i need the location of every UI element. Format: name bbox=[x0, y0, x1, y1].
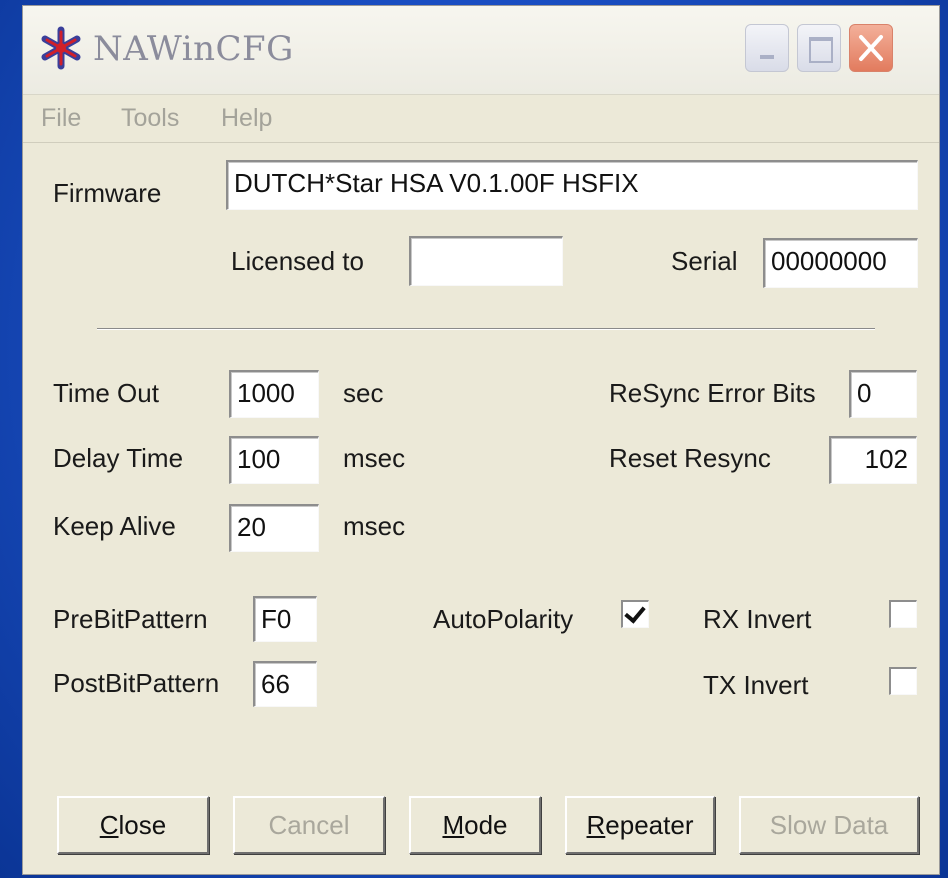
delay-time-field[interactable]: 100 bbox=[229, 436, 319, 484]
auto-polarity-label: AutoPolarity bbox=[433, 604, 574, 634]
repeater-label-rest: epeater bbox=[605, 810, 694, 840]
close-button[interactable]: Close bbox=[57, 796, 209, 854]
menu-file[interactable]: File bbox=[41, 104, 81, 133]
slow-data-button[interactable]: Slow Data bbox=[739, 796, 919, 854]
keep-alive-unit: msec bbox=[343, 511, 406, 541]
reset-resync-field[interactable]: 102 bbox=[829, 436, 917, 484]
close-label-rest: lose bbox=[118, 810, 167, 840]
minimize-button[interactable] bbox=[745, 24, 789, 72]
close-icon bbox=[859, 35, 883, 61]
licensed-to-label: Licensed to bbox=[231, 246, 364, 276]
title-bar[interactable]: NAWinCFG bbox=[23, 6, 939, 95]
close-window-button[interactable] bbox=[849, 24, 893, 72]
serial-field[interactable]: 00000000 bbox=[763, 238, 918, 288]
nawincfg-window: NAWinCFG File Tools Help Firmware DUTCH*… bbox=[22, 5, 940, 875]
rx-invert-checkbox[interactable] bbox=[889, 600, 917, 628]
firmware-label: Firmware bbox=[53, 178, 162, 208]
pre-bit-pattern-label: PreBitPattern bbox=[53, 604, 208, 634]
time-out-label: Time Out bbox=[53, 378, 159, 408]
licensed-to-field[interactable] bbox=[409, 236, 563, 286]
pre-bit-pattern-field[interactable]: F0 bbox=[253, 596, 317, 642]
repeater-mnemonic: R bbox=[586, 810, 606, 840]
keep-alive-field[interactable]: 20 bbox=[229, 504, 319, 552]
asterisk-star-icon bbox=[41, 26, 81, 70]
resync-error-bits-label: ReSync Error Bits bbox=[609, 378, 816, 408]
time-out-field[interactable]: 1000 bbox=[229, 370, 319, 418]
divider bbox=[97, 328, 875, 330]
resync-error-bits-field[interactable]: 0 bbox=[849, 370, 917, 418]
rx-invert-label: RX Invert bbox=[703, 604, 812, 634]
auto-polarity-checkbox[interactable] bbox=[621, 600, 649, 628]
delay-time-unit: msec bbox=[343, 443, 406, 473]
close-mnemonic: C bbox=[99, 810, 119, 840]
menu-help[interactable]: Help bbox=[221, 104, 272, 133]
post-bit-pattern-field[interactable]: 66 bbox=[253, 661, 317, 707]
tx-invert-checkbox[interactable] bbox=[889, 667, 917, 695]
window-title: NAWinCFG bbox=[93, 29, 294, 69]
serial-label: Serial bbox=[671, 246, 738, 276]
mode-button[interactable]: Mode bbox=[409, 796, 541, 854]
mode-label-rest: ode bbox=[464, 810, 508, 840]
menu-tools[interactable]: Tools bbox=[121, 104, 179, 133]
tx-invert-label: TX Invert bbox=[703, 670, 809, 700]
reset-resync-label: Reset Resync bbox=[609, 443, 771, 473]
delay-time-label: Delay Time bbox=[53, 443, 184, 473]
mode-mnemonic: M bbox=[442, 810, 465, 840]
keep-alive-label: Keep Alive bbox=[53, 511, 176, 541]
repeater-button[interactable]: Repeater bbox=[565, 796, 715, 854]
maximize-button[interactable] bbox=[797, 24, 841, 72]
post-bit-pattern-label: PostBitPattern bbox=[53, 668, 220, 698]
cancel-button[interactable]: Cancel bbox=[233, 796, 385, 854]
time-out-unit: sec bbox=[343, 378, 384, 408]
menu-bar: File Tools Help bbox=[23, 94, 939, 143]
firmware-field[interactable]: DUTCH*Star HSA V0.1.00F HSFIX bbox=[226, 160, 918, 210]
